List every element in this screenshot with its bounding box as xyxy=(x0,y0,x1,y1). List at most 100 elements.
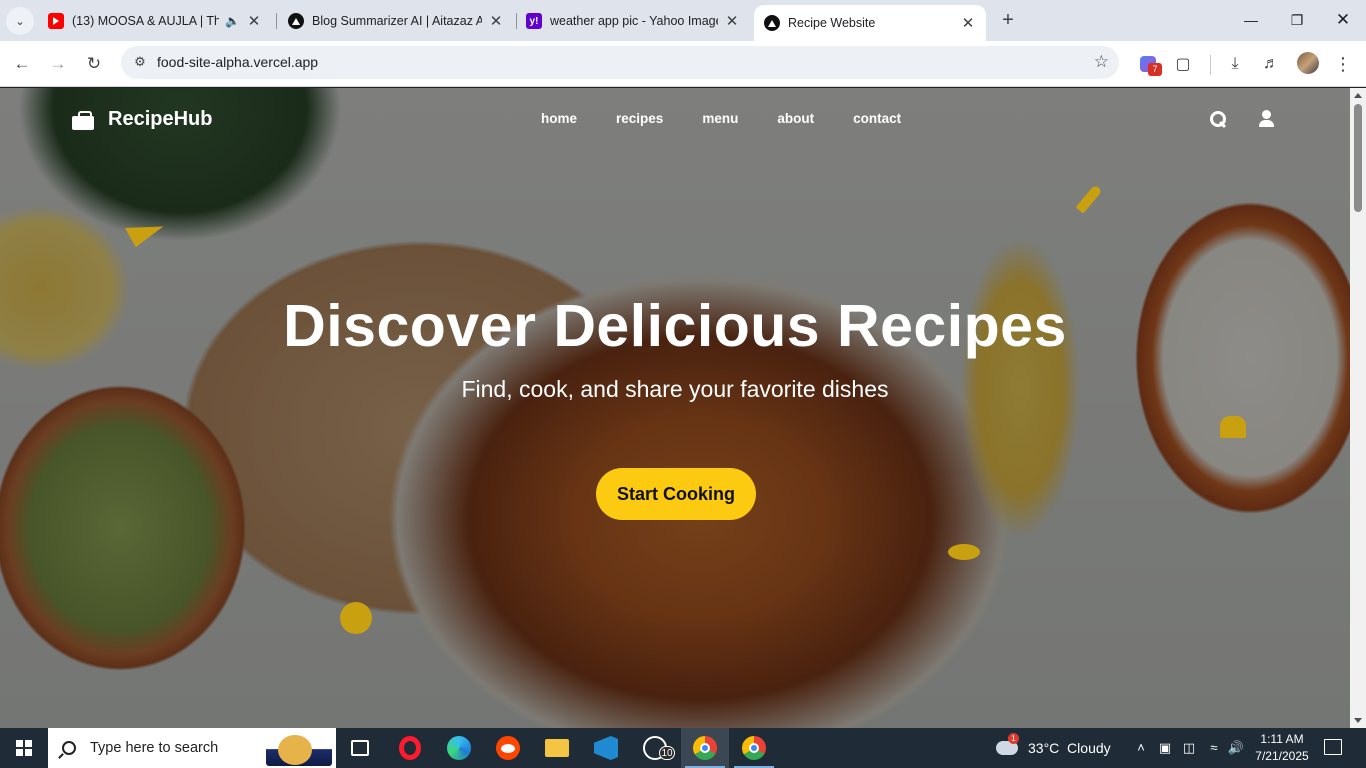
chevron-down-icon: ⌄ xyxy=(15,15,25,28)
meet-now-icon[interactable]: ▣ xyxy=(1156,740,1174,756)
site-settings-icon[interactable]: ⚙ xyxy=(131,54,149,72)
menu-kebab-icon[interactable]: ⋮ xyxy=(1330,51,1356,77)
close-window-button[interactable]: ✕ xyxy=(1320,0,1366,40)
nav-link-contact[interactable]: contact xyxy=(853,111,901,126)
speaker-icon[interactable]: 🔈 xyxy=(225,14,240,28)
logo-text: RecipeHub xyxy=(108,108,213,130)
tab-title: Recipe Website xyxy=(788,16,876,30)
search-icon[interactable] xyxy=(1209,110,1229,130)
opera-icon xyxy=(399,736,421,760)
close-tab-icon[interactable]: ✕ xyxy=(960,14,976,32)
scroll-up-arrow-icon[interactable] xyxy=(1354,93,1362,98)
profile-avatar[interactable] xyxy=(1297,52,1319,74)
scroll-down-arrow-icon[interactable] xyxy=(1354,718,1362,723)
hero-title: Discover Delicious Recipes xyxy=(283,293,1067,359)
opera-app[interactable] xyxy=(386,728,434,768)
chrome-icon xyxy=(742,736,766,760)
tab-title: weather app pic - Yahoo Image xyxy=(550,14,718,28)
file-explorer-app[interactable] xyxy=(533,728,581,768)
youtube-icon xyxy=(48,13,64,29)
shopping-bag-icon xyxy=(72,110,96,130)
close-tab-icon[interactable]: ✕ xyxy=(724,12,740,30)
toolbar-divider xyxy=(1210,55,1211,75)
browser-tab-strip: ⌄ (13) MOOSA & AUJLA | The 🔈 ✕ Blog Summ… xyxy=(0,0,1366,41)
edge-app[interactable] xyxy=(435,728,483,768)
folder-icon xyxy=(545,739,569,757)
start-button[interactable] xyxy=(0,728,48,768)
clock-time: 1:11 AM xyxy=(1260,732,1304,746)
tab-recipe-website[interactable]: Recipe Website ✕ xyxy=(754,5,986,41)
start-cooking-button[interactable]: Start Cooking xyxy=(596,468,756,520)
nav-link-menu[interactable]: menu xyxy=(702,111,738,126)
page-viewport: RecipeHub home recipes menu about contac… xyxy=(0,88,1350,728)
cupcake-icon xyxy=(1220,416,1246,438)
url-text[interactable]: food-site-alpha.vercel.app xyxy=(157,54,318,70)
hero-overlay xyxy=(0,88,1350,728)
windows-logo-icon xyxy=(16,740,32,756)
hero-subtitle: Find, cook, and share your favorite dish… xyxy=(461,376,889,402)
task-view-button[interactable] xyxy=(336,728,384,768)
cloudy-weather-icon: 1 xyxy=(996,733,1019,755)
vercel-icon xyxy=(288,13,304,29)
download-icon[interactable]: ⤓ xyxy=(1222,51,1248,77)
tab-youtube[interactable]: (13) MOOSA & AUJLA | The 🔈 ✕ xyxy=(38,6,272,36)
extensions-puzzle-icon[interactable]: ▢ xyxy=(1170,51,1196,77)
close-tab-icon[interactable]: ✕ xyxy=(246,12,262,30)
user-icon[interactable] xyxy=(1258,110,1276,128)
apple-icon xyxy=(340,602,372,634)
tab-title: Blog Summarizer AI | Aitazaz Al xyxy=(312,14,482,28)
vscode-app[interactable] xyxy=(582,728,630,768)
scrollbar-thumb[interactable] xyxy=(1354,104,1362,212)
tab-divider xyxy=(276,13,277,29)
vercel-icon xyxy=(764,15,780,31)
media-control-icon[interactable]: ♬ xyxy=(1258,51,1284,77)
tab-blog-summarizer[interactable]: Blog Summarizer AI | Aitazaz Al ✕ xyxy=(278,6,514,36)
nav-link-about[interactable]: about xyxy=(777,111,814,126)
nav-link-home[interactable]: home xyxy=(541,111,577,126)
weather-badge: 1 xyxy=(1008,733,1019,744)
windows-taskbar: Type here to search 10 1 33°C Cloudy ˄ ▣… xyxy=(0,728,1366,768)
weather-widget[interactable]: 1 33°C Cloudy xyxy=(996,728,1111,768)
reload-button[interactable]: ↻ xyxy=(79,49,109,79)
reddit-app[interactable] xyxy=(484,728,532,768)
address-bar[interactable]: ⚙ food-site-alpha.vercel.app ☆ xyxy=(121,46,1119,79)
battery-icon[interactable]: ◫ xyxy=(1180,740,1198,756)
search-highlight-image[interactable] xyxy=(266,732,332,766)
fish-icon xyxy=(948,544,980,560)
whatsapp-app[interactable]: 10 xyxy=(631,728,679,768)
vscode-icon xyxy=(594,736,618,760)
page-scrollbar[interactable] xyxy=(1350,88,1366,728)
wifi-icon[interactable]: ≈ xyxy=(1205,740,1223,755)
new-tab-button[interactable]: + xyxy=(996,8,1020,32)
restore-button[interactable]: ❐ xyxy=(1274,0,1320,40)
chrome-app-active[interactable] xyxy=(681,728,729,768)
site-navbar: RecipeHub home recipes menu about contac… xyxy=(0,88,1350,152)
nav-link-recipes[interactable]: recipes xyxy=(616,111,663,126)
yahoo-icon: y! xyxy=(526,13,542,29)
search-placeholder: Type here to search xyxy=(90,740,219,756)
minimize-button[interactable]: — xyxy=(1228,0,1274,40)
bookmark-star-icon[interactable]: ☆ xyxy=(1094,52,1109,72)
main-nav: home recipes menu about contact xyxy=(541,111,940,126)
taskbar-search-box[interactable]: Type here to search xyxy=(48,728,336,768)
whatsapp-badge: 10 xyxy=(659,746,675,760)
volume-icon[interactable]: 🔊 xyxy=(1227,740,1245,756)
extension-icon[interactable]: 7 xyxy=(1135,51,1162,77)
system-clock[interactable]: 1:11 AM 7/21/2025 xyxy=(1250,731,1314,765)
clock-date: 7/21/2025 xyxy=(1255,749,1309,763)
back-button[interactable]: ← xyxy=(7,49,37,79)
tab-title: (13) MOOSA & AUJLA | The xyxy=(72,14,220,28)
close-tab-icon[interactable]: ✕ xyxy=(488,12,504,30)
tab-yahoo-images[interactable]: y! weather app pic - Yahoo Image ✕ xyxy=(516,6,750,36)
chrome-app[interactable] xyxy=(730,728,778,768)
site-logo[interactable]: RecipeHub xyxy=(72,108,212,131)
forward-button[interactable]: → xyxy=(43,49,73,79)
task-view-icon xyxy=(351,740,369,756)
notification-center-icon[interactable] xyxy=(1324,739,1342,755)
tab-search-button[interactable]: ⌄ xyxy=(6,7,34,35)
browser-toolbar: ← → ↻ ⚙ food-site-alpha.vercel.app ☆ 7 ▢… xyxy=(0,41,1366,87)
edge-icon xyxy=(447,736,471,760)
chevron-up-icon[interactable]: ˄ xyxy=(1132,740,1150,755)
reddit-icon xyxy=(496,736,520,760)
search-icon xyxy=(62,741,76,755)
